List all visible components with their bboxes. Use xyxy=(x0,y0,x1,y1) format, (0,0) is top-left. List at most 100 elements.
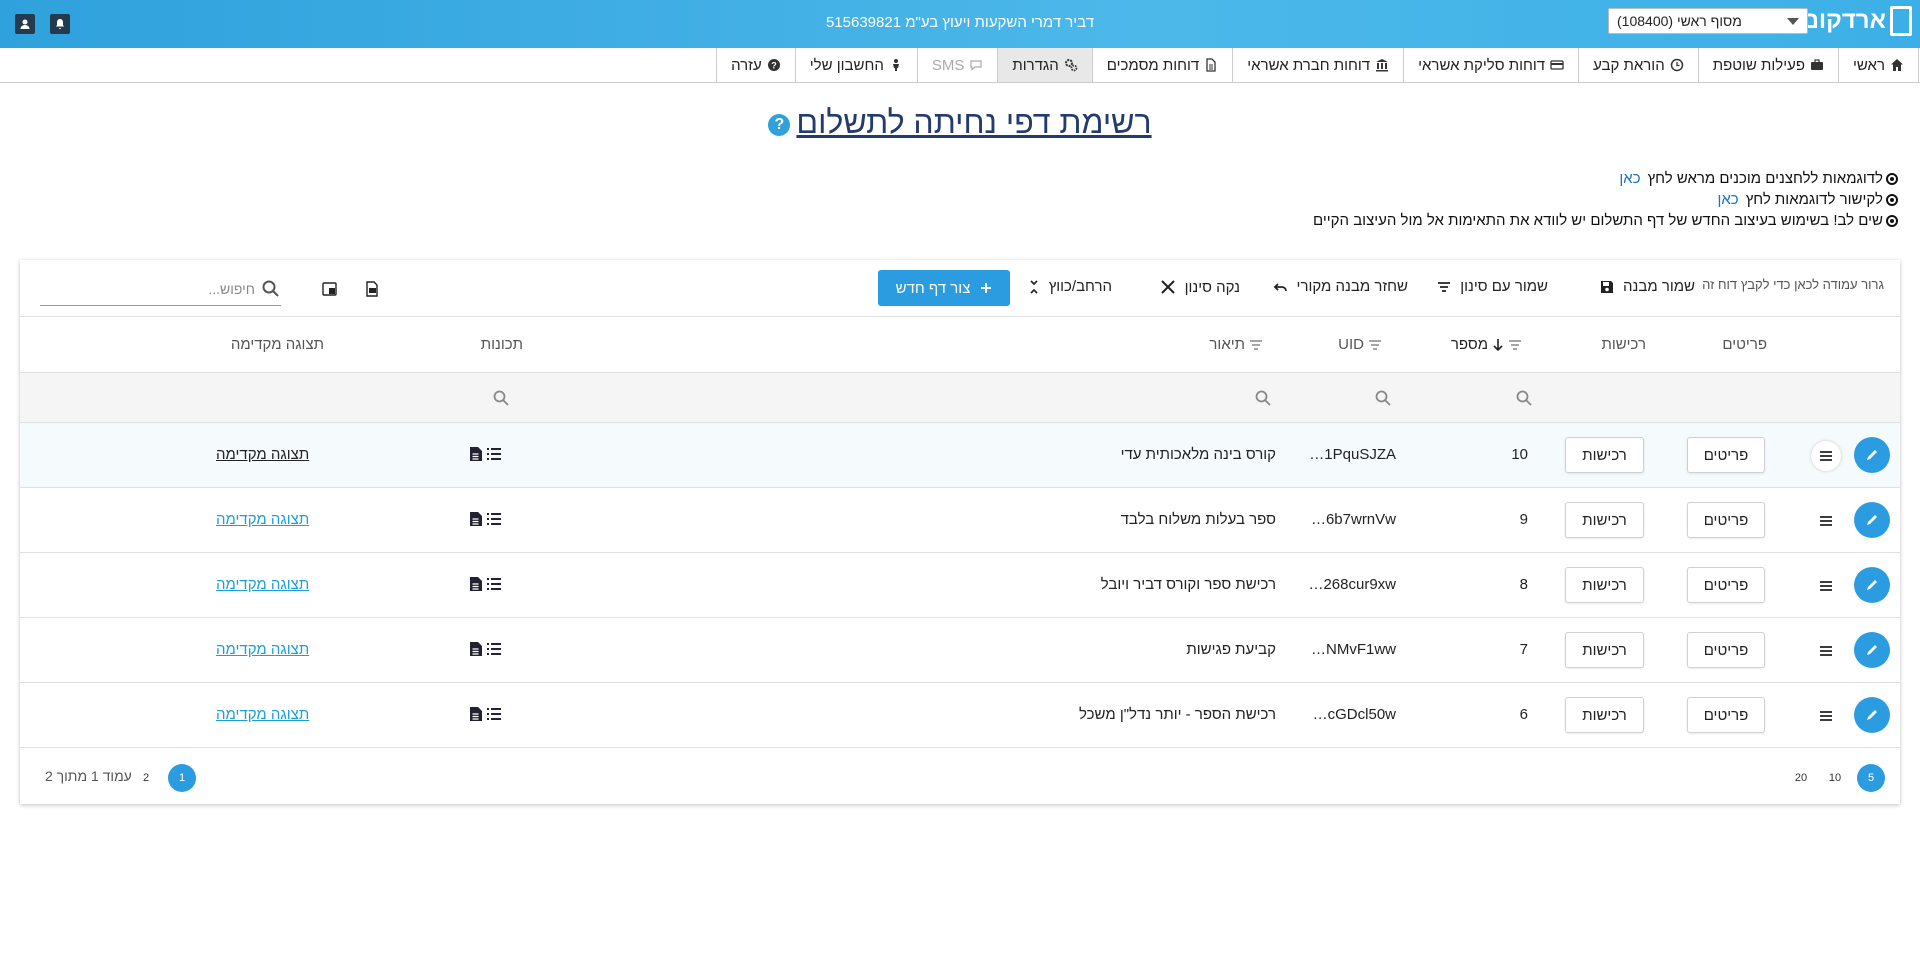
row-menu-button[interactable] xyxy=(1811,701,1841,731)
row-menu-button[interactable] xyxy=(1811,506,1841,536)
nav-item-settings[interactable]: הגדרות xyxy=(997,48,1092,82)
nav-item-help[interactable]: ? עזרה xyxy=(716,48,795,82)
row-menu-button[interactable] xyxy=(1811,571,1841,601)
nav-item-ongoing[interactable]: פעילות שוטפת xyxy=(1697,48,1838,82)
edit-button[interactable] xyxy=(1854,632,1890,668)
export-pdf-icon[interactable] xyxy=(363,280,381,298)
page-title: רשימת דפי נחיתה לתשלום? xyxy=(0,104,1920,141)
preview-link[interactable]: תצוגה מקדימה xyxy=(216,511,309,528)
column-header-description[interactable]: תיאור xyxy=(1209,336,1263,353)
nav-item-standing-order[interactable]: הוראת קבע xyxy=(1578,48,1698,82)
column-header-properties[interactable]: תכונות xyxy=(481,336,523,353)
document-icon[interactable] xyxy=(469,706,483,722)
page-title-text[interactable]: רשימת דפי נחיתה לתשלום xyxy=(796,104,1151,140)
preview-link[interactable]: תצוגה מקדימה xyxy=(216,576,309,593)
column-chooser-icon[interactable] xyxy=(321,280,339,298)
details-button[interactable]: פריטים xyxy=(1687,502,1765,538)
column-header-number[interactable]: מספר xyxy=(1451,336,1522,353)
details-button[interactable]: פריטים xyxy=(1687,697,1765,733)
list-icon[interactable] xyxy=(486,511,502,527)
row-menu-button[interactable] xyxy=(1811,441,1841,471)
menu-icon xyxy=(1820,711,1832,721)
note-link[interactable]: כאן xyxy=(1717,189,1738,210)
question-icon: ? xyxy=(767,59,780,71)
list-icon[interactable] xyxy=(486,641,502,657)
filter-search-icon[interactable] xyxy=(1374,389,1392,407)
page-number-button[interactable]: 1 xyxy=(168,764,196,792)
page-size-option[interactable]: 10 xyxy=(1821,764,1849,792)
document-icon[interactable] xyxy=(469,641,483,657)
purchases-button[interactable]: רכישות xyxy=(1565,437,1644,473)
preview-link[interactable]: תצוגה מקדימה xyxy=(216,706,309,723)
save-layout-button[interactable]: שמור מבנה xyxy=(1599,278,1695,295)
edit-button[interactable] xyxy=(1854,697,1890,733)
clear-filter-button[interactable]: נקה סינון xyxy=(1159,278,1240,296)
page-size-option[interactable]: 5 xyxy=(1857,764,1885,792)
expand-collapse-button[interactable]: הרחב/כווץ xyxy=(1027,278,1112,295)
undo-icon xyxy=(1273,282,1287,291)
page-number-button[interactable]: 2 xyxy=(132,764,160,792)
help-icon[interactable]: ? xyxy=(768,113,791,136)
nav-label: SMS xyxy=(931,56,965,74)
preview-link[interactable]: תצוגה מקדימה xyxy=(216,641,309,658)
purchases-button[interactable]: רכישות xyxy=(1565,567,1644,603)
document-icon[interactable] xyxy=(469,511,483,527)
column-header-purchases[interactable]: רכישות xyxy=(1601,336,1646,353)
group-drop-zone[interactable]: גרור עמודה לכאן כדי לקבץ דוח זה xyxy=(1702,277,1884,292)
column-header-uid[interactable]: UID xyxy=(1338,336,1382,353)
column-filter-icon[interactable] xyxy=(1249,339,1263,351)
cell-uid: 6b7wrnVw… xyxy=(1310,511,1396,528)
nav-item-sms[interactable]: SMS xyxy=(916,48,998,82)
menu-icon xyxy=(1820,516,1832,526)
save-icon xyxy=(1601,280,1614,293)
properties-cell xyxy=(469,641,502,657)
sort-down-icon[interactable] xyxy=(1492,338,1504,352)
create-new-page-button[interactable]: צור דף חדש xyxy=(878,270,1010,306)
nav-item-home[interactable]: ראשי xyxy=(1838,48,1919,82)
nav-label: ראשי xyxy=(1853,56,1885,74)
menu-icon xyxy=(1820,451,1832,461)
list-icon[interactable] xyxy=(486,446,502,462)
edit-button[interactable] xyxy=(1854,502,1890,538)
row-menu-button[interactable] xyxy=(1811,636,1841,666)
save-with-filter-button[interactable]: שמור עם סינון xyxy=(1436,278,1548,295)
user-menu-button[interactable] xyxy=(15,14,35,34)
edit-button[interactable] xyxy=(1854,567,1890,603)
filter-search-icon[interactable] xyxy=(1254,389,1272,407)
purchases-button[interactable]: רכישות xyxy=(1565,697,1644,733)
column-header-preview[interactable]: תצוגה מקדימה xyxy=(231,336,324,353)
purchases-button[interactable]: רכישות xyxy=(1565,502,1644,538)
column-filter-icon[interactable] xyxy=(1368,339,1382,351)
details-button[interactable]: פריטים xyxy=(1687,632,1765,668)
filter-search-icon[interactable] xyxy=(1515,389,1533,407)
edit-button[interactable] xyxy=(1854,437,1890,473)
home-icon xyxy=(1891,59,1903,71)
list-icon[interactable] xyxy=(486,576,502,592)
user-icon xyxy=(892,59,899,71)
cell-number: 8 xyxy=(1519,576,1528,593)
column-filter-icon[interactable] xyxy=(1508,339,1522,351)
document-icon[interactable] xyxy=(469,446,483,462)
nav-label: הגדרות xyxy=(1012,56,1059,74)
clear-filter-label: נקה סינון xyxy=(1184,278,1240,296)
details-button[interactable]: פריטים xyxy=(1687,567,1765,603)
search-box[interactable] xyxy=(40,272,281,306)
filter-search-icon[interactable] xyxy=(492,389,510,407)
document-icon[interactable] xyxy=(469,576,483,592)
restore-layout-button[interactable]: שחזר מבנה מקורי xyxy=(1273,278,1408,295)
menu-icon xyxy=(1820,581,1832,591)
details-button[interactable]: פריטים xyxy=(1687,437,1765,473)
purchases-button[interactable]: רכישות xyxy=(1565,632,1644,668)
cell-description: ספר בעלות משלוח בלבד xyxy=(1120,511,1276,528)
nav-item-document-reports[interactable]: דוחות מסמכים xyxy=(1091,48,1232,82)
column-header-details[interactable]: פריטים xyxy=(1722,336,1767,353)
list-icon[interactable] xyxy=(486,706,502,722)
page-size-option[interactable]: 20 xyxy=(1787,764,1815,792)
search-input[interactable] xyxy=(55,280,255,297)
nav-item-credit-company-reports[interactable]: דוחות חברת אשראי xyxy=(1232,48,1403,82)
nav-item-my-account[interactable]: החשבון שלי xyxy=(794,48,917,82)
nav-item-credit-clearing-reports[interactable]: דוחות סליקת אשראי xyxy=(1403,48,1578,82)
preview-link[interactable]: תצוגה מקדימה xyxy=(216,446,309,463)
notifications-button[interactable] xyxy=(50,14,70,34)
note-link[interactable]: כאן xyxy=(1619,168,1640,189)
